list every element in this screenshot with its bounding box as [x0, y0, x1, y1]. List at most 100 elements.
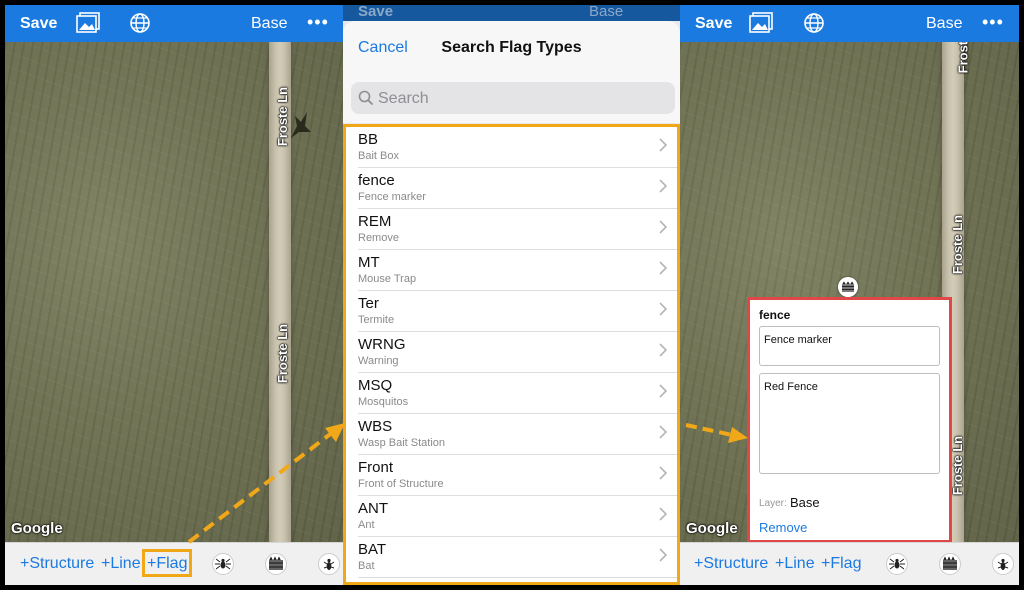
image-icon[interactable]: [76, 12, 100, 34]
flag-description: Bat: [358, 560, 375, 572]
flag-type-row[interactable]: BB Bait Box: [358, 127, 677, 168]
flag-description: Mouse Trap: [358, 273, 417, 285]
layer-base-button[interactable]: Base: [926, 15, 962, 33]
flag-type-list: BB Bait Box fence Fence marker REM Remove MT Mo…: [343, 124, 680, 585]
save-button[interactable]: Save: [20, 15, 57, 33]
flag-code: WBS: [358, 418, 393, 435]
fence-flag-marker-icon[interactable]: [838, 277, 858, 297]
road-label: Froste Ln: [275, 323, 291, 384]
chevron-right-icon: [659, 384, 667, 398]
description-field[interactable]: Fence marker: [759, 326, 940, 366]
flag-type-row[interactable]: Front Front of Structure: [358, 455, 677, 496]
pointer-arrow: [187, 423, 343, 544]
google-attribution: Google: [686, 520, 738, 537]
bug-icon[interactable]: [317, 552, 341, 576]
flag-type-row[interactable]: BAT Bat: [358, 537, 677, 578]
search-input[interactable]: Search: [351, 82, 675, 114]
chevron-right-icon: [659, 261, 667, 275]
remove-button[interactable]: Remove: [759, 520, 807, 535]
spider-icon[interactable]: [885, 552, 909, 576]
flag-code: BAT: [358, 541, 387, 558]
popup-title: fence: [759, 308, 791, 322]
left-screen: Froste Ln Froste Ln Google Save Base •••…: [5, 5, 343, 585]
dimmed-save-label: Save: [358, 5, 394, 20]
add-flag-button[interactable]: +Flag: [821, 555, 861, 573]
right-screen: Froste Froste Ln Froste Ln Google Save B…: [680, 5, 1019, 585]
layer-base-button[interactable]: Base: [251, 15, 287, 33]
flag-type-row[interactable]: Ter Termite: [358, 291, 677, 332]
flag-type-row[interactable]: TERM: [358, 578, 677, 585]
flag-description: Remove: [358, 232, 399, 244]
flag-description: Termite: [358, 314, 395, 326]
layer-label: Layer:: [759, 498, 787, 509]
notes-field[interactable]: Red Fence: [759, 373, 940, 474]
flag-description: Ant: [358, 519, 375, 531]
chevron-right-icon: [659, 138, 667, 152]
search-icon: [358, 90, 374, 106]
flag-code: REM: [358, 213, 392, 230]
flag-code: MT: [358, 254, 380, 271]
flag-highlight-box: [142, 549, 192, 577]
more-menu-icon[interactable]: •••: [982, 12, 1004, 33]
flag-code: fence: [358, 172, 395, 189]
sheet-title: Search Flag Types: [441, 39, 582, 56]
flag-type-row[interactable]: WRNG Warning: [358, 332, 677, 373]
flag-code: BB: [358, 131, 379, 148]
top-toolbar: Save Base •••: [5, 5, 343, 42]
flag-type-row[interactable]: fence Fence marker: [358, 168, 677, 209]
flag-edit-popup: fence Fence marker Red Fence Layer: Base…: [747, 297, 952, 543]
search-placeholder: Search: [378, 90, 429, 107]
chevron-right-icon: [659, 548, 667, 562]
flag-code: WRNG: [358, 336, 406, 353]
flag-type-row[interactable]: MSQ Mosquitos: [358, 373, 677, 414]
flag-type-row[interactable]: WBS Wasp Bait Station: [358, 414, 677, 455]
globe-icon[interactable]: [802, 12, 826, 34]
dimmed-layer-label: Base: [589, 5, 624, 20]
flag-description: Bait Box: [358, 150, 399, 162]
globe-icon[interactable]: [128, 12, 152, 34]
middle-screen: Save Base Cancel Search Flag Types Searc…: [343, 5, 680, 585]
fence-icon[interactable]: [264, 552, 288, 576]
image-icon[interactable]: [749, 12, 773, 34]
chevron-right-icon: [659, 425, 667, 439]
add-structure-button[interactable]: +Structure: [694, 555, 768, 573]
flag-code: Ter: [358, 295, 379, 312]
layer-value[interactable]: Base: [790, 495, 820, 510]
road-label: Froste Ln: [950, 214, 966, 275]
chevron-right-icon: [659, 343, 667, 357]
flag-code: Front: [358, 459, 394, 476]
bottom-toolbar: +Structure +Line +Flag: [5, 542, 343, 585]
flag-code: ANT: [358, 500, 388, 517]
search-bar: Search: [343, 73, 680, 123]
flag-type-row[interactable]: MT Mouse Trap: [358, 250, 677, 291]
save-button[interactable]: Save: [695, 15, 732, 33]
flag-description: Warning: [358, 355, 399, 367]
flag-type-row[interactable]: ANT Ant: [358, 496, 677, 537]
flag-code: TERM: [358, 582, 401, 585]
more-menu-icon[interactable]: •••: [307, 12, 329, 33]
chevron-right-icon: [659, 466, 667, 480]
flag-type-row[interactable]: REM Remove: [358, 209, 677, 250]
flag-description: Wasp Bait Station: [358, 437, 446, 449]
sheet-header: Cancel Search Flag Types: [343, 21, 680, 74]
road-label: Froste Ln: [950, 435, 966, 496]
flag-description: Front of Structure: [358, 478, 444, 490]
chevron-right-icon: [659, 302, 667, 316]
flag-code: MSQ: [358, 377, 393, 394]
chevron-right-icon: [659, 507, 667, 521]
flag-description: Mosquitos: [358, 396, 409, 408]
add-line-button[interactable]: +Line: [101, 555, 141, 573]
chevron-right-icon: [659, 179, 667, 193]
tree-shadow: [291, 112, 311, 138]
bottom-toolbar: +Structure +Line +Flag: [680, 542, 1019, 585]
dimmed-toolbar: Save Base: [343, 5, 680, 21]
chevron-right-icon: [659, 220, 667, 234]
add-line-button[interactable]: +Line: [775, 555, 815, 573]
bug-icon[interactable]: [991, 552, 1015, 576]
google-attribution: Google: [11, 520, 63, 537]
spider-icon[interactable]: [211, 552, 235, 576]
fence-icon[interactable]: [938, 552, 962, 576]
add-structure-button[interactable]: +Structure: [20, 555, 94, 573]
top-toolbar: Save Base •••: [680, 5, 1019, 42]
flag-description: Fence marker: [358, 191, 426, 203]
